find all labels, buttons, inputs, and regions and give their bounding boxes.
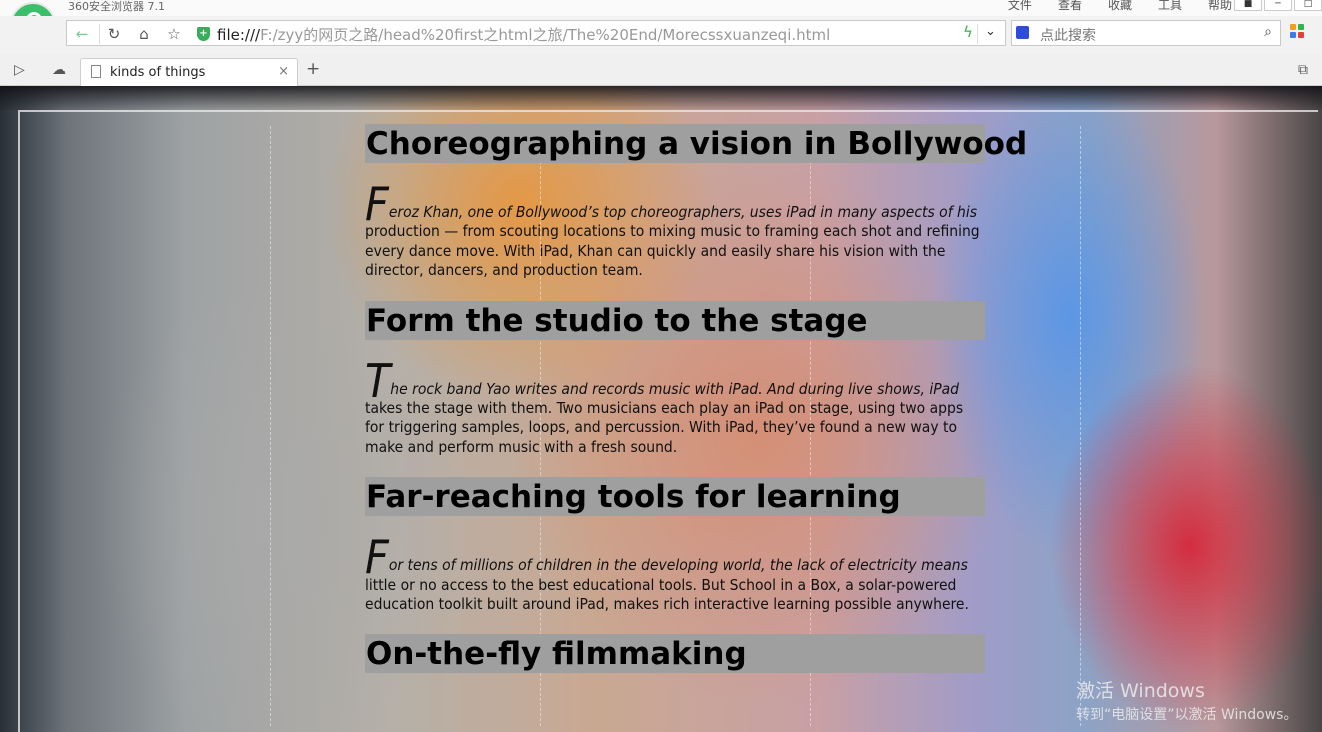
- section-heading: Form the studio to the stage: [365, 300, 985, 340]
- menu-bar: 文件 查看 收藏 工具 帮助: [1008, 0, 1232, 13]
- body-text: little or no access to the best educatio…: [365, 575, 969, 614]
- apps-tile: [1290, 32, 1296, 38]
- background-seam: [270, 126, 271, 726]
- security-shield-icon[interactable]: +: [197, 27, 210, 41]
- divider: [99, 24, 100, 44]
- home-icon[interactable]: ⌂: [133, 26, 155, 42]
- new-tab-icon[interactable]: +: [306, 59, 320, 79]
- section-paragraph: For tens of millions of children in the …: [365, 534, 985, 614]
- windows-activation-watermark: 激活 Windows 转到“电脑设置”以激活 Windows。: [1076, 676, 1297, 724]
- background-seam: [1080, 126, 1081, 726]
- section-heading: Choreographing a vision in Bollywood: [365, 124, 1028, 163]
- menu-tools[interactable]: 工具: [1158, 0, 1182, 13]
- cloud-icon[interactable]: ☁: [52, 62, 66, 78]
- maximize-button[interactable]: □: [1294, 0, 1322, 11]
- tab-bar: ▷ ☁ kinds of things × + ⧉: [0, 54, 1322, 86]
- chevron-down-icon[interactable]: ⌄: [985, 24, 996, 39]
- lead-text: or tens of millions of children in the d…: [388, 556, 968, 575]
- watermark-title: 激活 Windows: [1076, 680, 1205, 702]
- background-shade: [0, 86, 1322, 110]
- tab-kinds-of-things[interactable]: kinds of things ×: [80, 58, 298, 86]
- lead-text: eroz Khan, one of Bollywood’s top choreo…: [388, 203, 978, 221]
- search-box[interactable]: 点此搜索 ⌕: [1011, 20, 1281, 46]
- url-scheme: file:///: [217, 26, 261, 44]
- title-bar: 360安全浏览器 7.1 文件 查看 收藏 工具 帮助 ■ ─ □: [0, 0, 1322, 16]
- tab-label: kinds of things: [110, 65, 206, 80]
- search-icon[interactable]: ⌕: [1264, 24, 1272, 40]
- app-title: 360安全浏览器 7.1: [68, 0, 165, 13]
- sidebar-toggle-icon[interactable]: ▷: [14, 62, 25, 78]
- apps-tile: [1298, 24, 1304, 30]
- minimize-button[interactable]: ─: [1264, 0, 1292, 11]
- menu-file[interactable]: 文件: [1008, 0, 1032, 13]
- body-text: production — from scouting locations to …: [365, 222, 980, 280]
- search-input[interactable]: 点此搜索: [1040, 25, 1096, 45]
- section-heading: Far-reaching tools for learning: [365, 477, 985, 517]
- page-viewport: Choreographing a vision in Bollywood Fer…: [0, 86, 1322, 732]
- url-text[interactable]: file:///F:/zyy的网页之路/head%20first之html之旅/…: [217, 24, 830, 45]
- page-document-icon: [91, 65, 101, 78]
- window-controls: ■ ─ □: [1232, 0, 1322, 11]
- menu-view[interactable]: 查看: [1058, 0, 1082, 13]
- article: Choreographing a vision in Bollywood Fer…: [365, 124, 1028, 674]
- section-paragraph: The rock band Yao writes and records mus…: [365, 358, 985, 458]
- skin-icon[interactable]: ■: [1234, 0, 1262, 11]
- lightning-icon[interactable]: ϟ: [963, 23, 973, 41]
- back-arrow-icon[interactable]: ←: [71, 26, 93, 42]
- body-text: takes the stage with them. Two musicians…: [365, 399, 964, 456]
- close-icon[interactable]: ×: [278, 64, 289, 79]
- address-bar[interactable]: ← ↻ ⌂ ☆ + file:///F:/zyy的网页之路/head%20fir…: [66, 20, 1006, 46]
- menu-favorites[interactable]: 收藏: [1108, 0, 1132, 13]
- baidu-paw-icon[interactable]: [1016, 26, 1029, 39]
- section-heading: On-the-fly filmmaking: [365, 634, 985, 674]
- menu-help[interactable]: 帮助: [1208, 0, 1232, 13]
- refresh-icon[interactable]: ↻: [103, 26, 125, 42]
- apps-grid-icon[interactable]: [1290, 24, 1306, 40]
- section-paragraph: Feroz Khan, one of Bollywood’s top chore…: [365, 181, 985, 281]
- window-switch-icon[interactable]: ⧉: [1298, 62, 1308, 78]
- lead-text: he rock band Yao writes and records musi…: [390, 379, 960, 398]
- watermark-subtitle: 转到“电脑设置”以激活 Windows。: [1076, 707, 1298, 723]
- apps-tile: [1290, 24, 1296, 30]
- url-path: F:/zyy的网页之路/head%20first之html之旅/The%20En…: [260, 26, 831, 44]
- star-icon[interactable]: ☆: [163, 26, 185, 42]
- navigation-bar: ← ↻ ⌂ ☆ + file:///F:/zyy的网页之路/head%20fir…: [0, 16, 1322, 54]
- apps-tile: [1298, 32, 1304, 38]
- divider: [977, 24, 978, 44]
